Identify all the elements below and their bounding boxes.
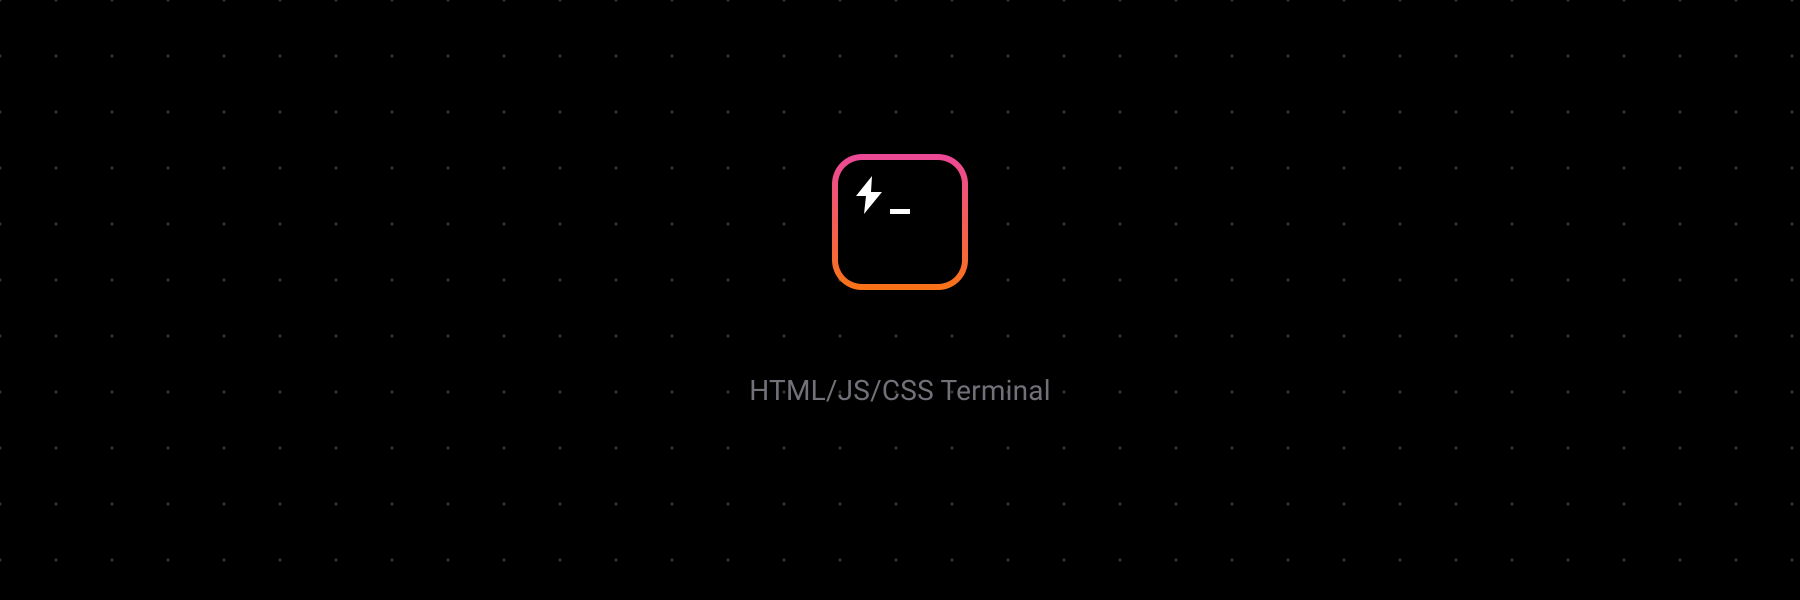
app-icon — [832, 154, 968, 290]
terminal-lightning-icon — [838, 160, 962, 284]
cursor-icon — [890, 209, 910, 214]
lightning-icon — [856, 176, 884, 214]
hero-container: HTML/JS/CSS Terminal — [749, 154, 1050, 407]
hero-title: HTML/JS/CSS Terminal — [749, 374, 1050, 407]
